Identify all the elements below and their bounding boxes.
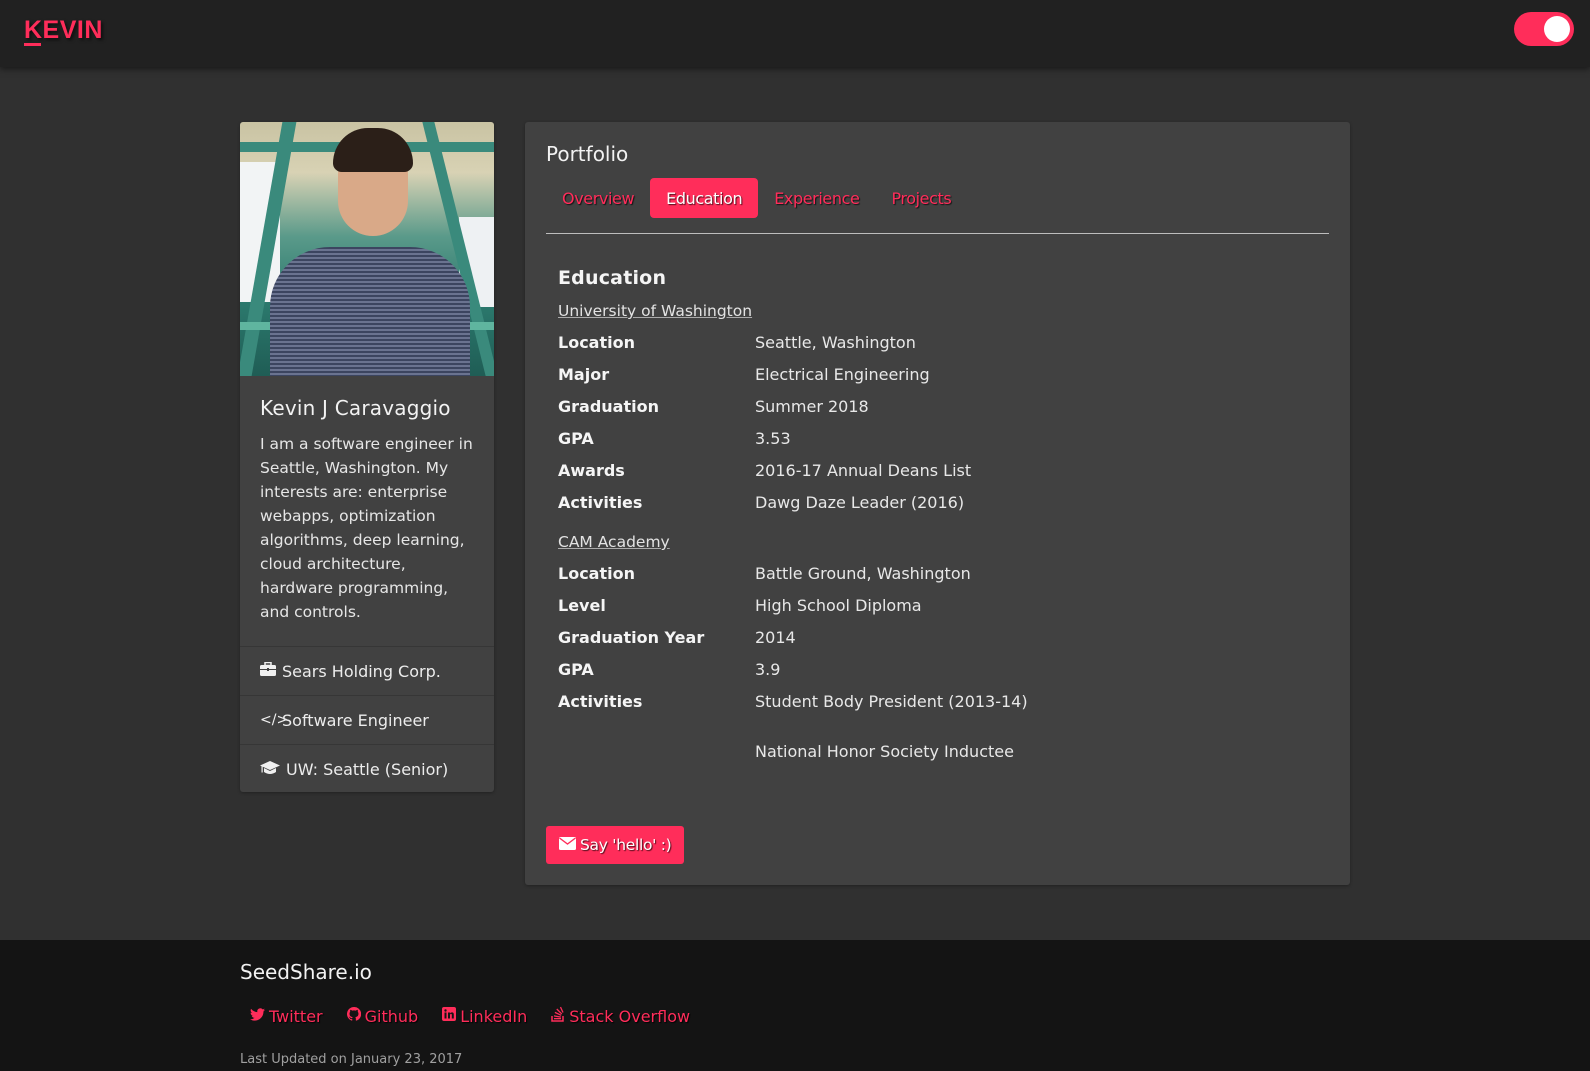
info-key: Activities — [558, 492, 643, 512]
footer: SeedShare.io Twitter Github LinkedIn Sta… — [0, 940, 1590, 1071]
code-icon: </> — [260, 712, 289, 728]
info-key: Level — [558, 595, 606, 615]
photo-shirt — [270, 247, 470, 376]
profile-item-label: Software Engineer — [282, 710, 429, 730]
info-row: Activities Student Body President (2013-1… — [558, 685, 1318, 717]
footer-link-github[interactable]: Github — [346, 1006, 419, 1026]
photo-hair — [333, 128, 413, 172]
profile-bio: I am a software engineer in Seattle, Was… — [260, 435, 473, 621]
say-hello-button[interactable]: Say 'hello' :) — [546, 826, 685, 864]
info-value: Seattle, Washington — [755, 332, 916, 352]
info-key: GPA — [558, 659, 594, 679]
info-value: National Honor Society Inductee — [755, 742, 1014, 761]
info-key: GPA — [558, 428, 594, 448]
info-row: Level High School Diploma — [558, 589, 1318, 621]
info-value: Summer 2018 — [755, 396, 869, 416]
portfolio-title: Portfolio — [546, 142, 629, 166]
info-key: Awards — [558, 460, 625, 480]
school-link-cam[interactable]: CAM Academy — [558, 533, 670, 551]
info-row: Activities Dawg Daze Leader (2016) — [558, 486, 1318, 518]
info-row: Major Electrical Engineering — [558, 358, 1318, 390]
stack-overflow-icon — [551, 1006, 565, 1026]
profile-info-list: Sears Holding Corp. </> Software Enginee… — [240, 646, 494, 792]
info-value: Battle Ground, Washington — [755, 563, 971, 583]
profile-item-label: UW: Seattle (Senior) — [286, 760, 449, 779]
portfolio-tabs: Overview Education Experience Projects — [546, 178, 1329, 234]
envelope-icon — [559, 836, 576, 854]
tab-projects[interactable]: Projects — [875, 178, 967, 218]
education-heading: Education — [558, 267, 667, 289]
footer-link-label: LinkedIn — [460, 1006, 528, 1026]
profile-item-employer: Sears Holding Corp. — [240, 647, 494, 696]
info-key: Location — [558, 332, 635, 352]
briefcase-icon — [260, 661, 276, 680]
linkedin-icon — [442, 1007, 457, 1025]
info-key: Major — [558, 364, 610, 384]
info-value: Electrical Engineering — [755, 364, 930, 384]
brand-logo[interactable]: KEVIN — [24, 16, 103, 45]
profile-item-label: Sears Holding Corp. — [282, 661, 441, 681]
info-row: Awards 2016-17 Annual Deans List — [558, 454, 1318, 486]
footer-link-label: Twitter — [269, 1006, 323, 1026]
info-row: Location Battle Ground, Washington — [558, 557, 1318, 589]
school-block-uw: University of Washington Location Seattle… — [558, 301, 1318, 518]
github-icon — [346, 1006, 361, 1025]
theme-toggle[interactable] — [1514, 12, 1574, 46]
info-row: Graduation Year 2014 — [558, 621, 1318, 653]
education-section: Education University of Washington Locat… — [558, 267, 1318, 765]
tab-experience[interactable]: Experience — [758, 178, 875, 218]
profile-item-role: </> Software Engineer — [240, 696, 494, 745]
brand-underline — [24, 43, 41, 46]
info-value: 2016-17 Annual Deans List — [755, 460, 972, 480]
toggle-knob — [1544, 16, 1570, 42]
info-row: National Honor Society Inductee — [558, 717, 1318, 765]
info-value: 3.9 — [755, 659, 781, 679]
graduation-cap-icon — [260, 760, 280, 779]
info-value: High School Diploma — [755, 595, 922, 615]
profile-name: Kevin J Caravaggio — [260, 396, 451, 420]
info-row: Graduation Summer 2018 — [558, 390, 1318, 422]
school-block-cam: CAM Academy Location Battle Ground, Washi… — [558, 532, 1318, 765]
tab-overview[interactable]: Overview — [546, 178, 650, 218]
footer-links: Twitter Github LinkedIn Stack Overflow — [250, 1006, 714, 1026]
info-row: Location Seattle, Washington — [558, 326, 1318, 358]
footer-link-stack-overflow[interactable]: Stack Overflow — [551, 1006, 690, 1026]
navbar: KEVIN — [0, 0, 1590, 67]
tab-education[interactable]: Education — [650, 178, 759, 218]
profile-item-school: UW: Seattle (Senior) — [240, 745, 494, 792]
profile-photo — [240, 122, 494, 376]
info-value: 3.53 — [755, 428, 791, 448]
info-row: GPA 3.53 — [558, 422, 1318, 454]
info-key: Activities — [558, 691, 643, 711]
info-row: GPA 3.9 — [558, 653, 1318, 685]
last-updated: Last Updated on January 23, 2017 — [240, 1052, 463, 1067]
info-key: Graduation Year — [558, 627, 705, 647]
info-value: Dawg Daze Leader (2016) — [755, 492, 965, 512]
say-hello-label: Say 'hello' :) — [580, 836, 672, 854]
footer-link-linkedin[interactable]: LinkedIn — [442, 1006, 527, 1026]
info-value: Student Body President (2013-14) — [755, 691, 1028, 711]
footer-link-label: Stack Overflow — [569, 1006, 691, 1026]
info-value: 2014 — [755, 627, 796, 647]
footer-title: SeedShare.io — [240, 960, 372, 984]
footer-link-twitter[interactable]: Twitter — [250, 1006, 323, 1026]
twitter-icon — [250, 1007, 265, 1025]
info-key: Graduation — [558, 396, 659, 416]
portfolio-card: Portfolio Overview Education Experience … — [525, 122, 1350, 885]
profile-card: Kevin J Caravaggio I am a software engin… — [240, 122, 494, 792]
footer-link-label: Github — [364, 1006, 419, 1026]
info-key: Location — [558, 563, 635, 583]
school-link-uw[interactable]: University of Washington — [558, 302, 752, 320]
